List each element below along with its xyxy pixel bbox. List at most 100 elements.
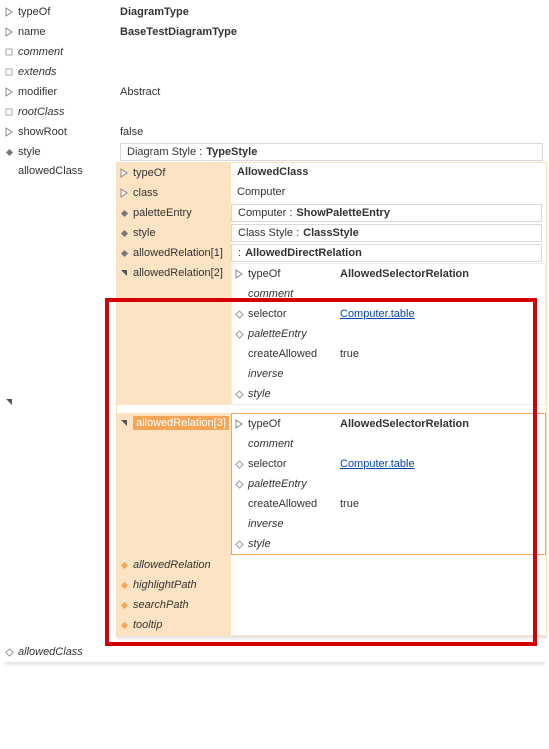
prop-value: AllowedSelectorRelation — [336, 418, 545, 430]
prop-allowedClass: allowedClass typeOf AllowedClass class — [2, 162, 547, 642]
style-prefix: Class Style : — [238, 227, 299, 239]
prop-label: selector — [246, 308, 336, 320]
allowed-class-block: typeOf AllowedClass class Computer — [116, 162, 547, 636]
palette-value-box[interactable]: Computer : ShowPaletteEntry — [231, 204, 542, 222]
expand-icon[interactable] — [117, 188, 131, 198]
prop-label: allowedRelation[2] — [131, 267, 223, 279]
ar1-prefix: : — [238, 247, 241, 259]
prop-label: comment — [246, 288, 336, 300]
palette-value: ShowPaletteEntry — [296, 207, 390, 219]
prop-label: inverse — [246, 518, 336, 530]
prop-label: typeOf — [131, 167, 165, 179]
style-value: TypeStyle — [206, 146, 257, 158]
checkbox-icon[interactable] — [2, 47, 16, 57]
prop-comment: comment — [2, 42, 547, 62]
diamond-icon[interactable] — [232, 389, 246, 399]
diamond-icon[interactable] — [232, 309, 246, 319]
prop-label: paletteEntry — [246, 478, 336, 490]
prop-label: highlightPath — [131, 579, 197, 591]
prop-showRoot: showRoot false — [2, 122, 547, 142]
diamond-icon[interactable] — [2, 147, 16, 157]
checkbox-icon[interactable] — [2, 107, 16, 117]
prop-label: paletteEntry — [246, 328, 336, 340]
prop-label: createAllowed — [246, 348, 336, 360]
prop-value: AllowedClass — [231, 163, 546, 183]
prop-value: DiagramType — [116, 6, 547, 18]
prop-label: comment — [246, 438, 336, 450]
prop-label: extends — [16, 66, 116, 78]
prop-label: allowedClass — [16, 162, 116, 642]
expand-icon[interactable] — [2, 27, 16, 37]
diamond-icon[interactable] — [117, 580, 131, 590]
prop-label: typeOf — [246, 418, 336, 430]
prop-label: modifier — [16, 86, 116, 98]
prop-label: style — [16, 146, 116, 158]
expanded-icon[interactable] — [117, 418, 131, 428]
prop-label: allowedRelation — [131, 559, 211, 571]
selector-link[interactable]: Computer.table — [340, 458, 415, 470]
prop-value: Computer — [231, 183, 546, 203]
prop-typeOf: typeOf DiagramType — [2, 2, 547, 22]
style-value-box[interactable]: Diagram Style : TypeStyle — [120, 143, 543, 161]
prop-label: createAllowed — [246, 498, 336, 510]
prop-value: AllowedSelectorRelation — [336, 268, 545, 280]
style-value: ClassStyle — [303, 227, 359, 239]
prop-label: allowedClass — [16, 646, 116, 658]
expand-icon[interactable] — [2, 87, 16, 97]
prop-label: inverse — [246, 368, 336, 380]
allowedClass-add[interactable]: allowedClass — [2, 642, 547, 662]
diamond-icon[interactable] — [117, 228, 131, 238]
prop-label: style — [246, 538, 336, 550]
prop-label: comment — [16, 46, 116, 58]
diamond-icon[interactable] — [117, 620, 131, 630]
relation-block-selected: typeOfAllowedSelectorRelation comment se… — [231, 413, 546, 555]
style-prefix: Diagram Style : — [127, 146, 202, 158]
diamond-icon[interactable] — [117, 600, 131, 610]
prop-label: selector — [246, 458, 336, 470]
prop-label: allowedRelation[1] — [131, 247, 223, 259]
prop-label: typeOf — [246, 268, 336, 280]
palette-prefix: Computer : — [238, 207, 292, 219]
prop-label: tooltip — [131, 619, 162, 631]
expand-icon[interactable] — [117, 168, 131, 178]
expand-icon[interactable] — [2, 7, 16, 17]
diamond-icon[interactable] — [232, 539, 246, 549]
prop-label: name — [16, 26, 116, 38]
prop-label-selected: allowedRelation[3] — [133, 416, 229, 430]
prop-label: rootClass — [16, 106, 116, 118]
allowedRelation-3-selected: allowedRelation[3] typeOfAllowedSelector… — [117, 413, 546, 555]
diamond-icon[interactable] — [117, 248, 131, 258]
prop-label: style — [131, 227, 156, 239]
classstyle-value-box[interactable]: Class Style : ClassStyle — [231, 224, 542, 242]
prop-extends: extends — [2, 62, 547, 82]
selector-link[interactable]: Computer.table — [340, 308, 415, 320]
prop-label: style — [246, 388, 336, 400]
prop-value: Abstract — [116, 86, 547, 98]
prop-value: BaseTestDiagramType — [116, 26, 547, 38]
relation-block: typeOfAllowedSelectorRelation comment se… — [231, 263, 546, 405]
prop-label: typeOf — [16, 6, 116, 18]
prop-style: style Diagram Style : TypeStyle — [2, 142, 547, 162]
expanded-icon[interactable] — [2, 162, 16, 642]
prop-name: name BaseTestDiagramType — [2, 22, 547, 42]
diamond-icon[interactable] — [117, 208, 131, 218]
expanded-icon[interactable] — [117, 268, 131, 278]
prop-rootClass: rootClass — [2, 102, 547, 122]
prop-label: paletteEntry — [131, 207, 192, 219]
expand-icon[interactable] — [232, 269, 246, 279]
prop-label: searchPath — [131, 599, 189, 611]
prop-value: false — [116, 126, 547, 138]
ar1-value-box[interactable]: : AllowedDirectRelation — [231, 244, 542, 262]
prop-value: true — [336, 498, 545, 510]
diamond-icon[interactable] — [117, 560, 131, 570]
allowedRelation-2: allowedRelation[2] typeOfAllowedSelector… — [117, 263, 546, 405]
expand-icon[interactable] — [232, 419, 246, 429]
diamond-icon[interactable] — [232, 479, 246, 489]
diamond-icon — [2, 647, 16, 657]
diamond-icon[interactable] — [232, 329, 246, 339]
prop-label: showRoot — [16, 126, 116, 138]
expand-icon[interactable] — [2, 127, 16, 137]
diamond-icon[interactable] — [232, 459, 246, 469]
prop-modifier: modifier Abstract — [2, 82, 547, 102]
checkbox-icon[interactable] — [2, 67, 16, 77]
